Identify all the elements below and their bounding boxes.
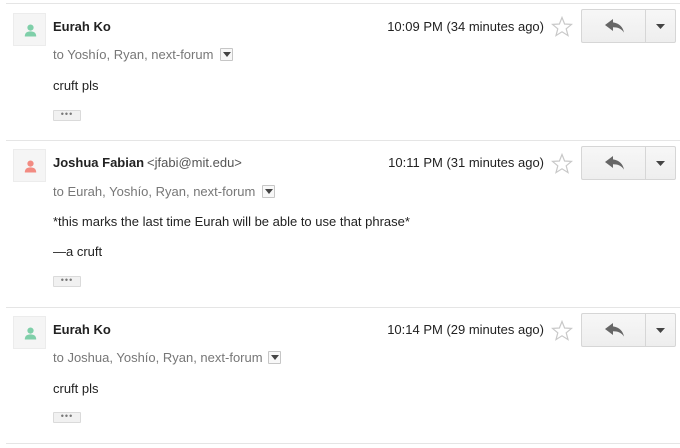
message-time[interactable]: 10:09 PM (34 minutes ago) [387,19,544,34]
dropdown-caret-icon [656,328,665,333]
recipients-text: to Yoshío, Ryan, next-forum [53,47,214,62]
sender[interactable]: Eurah Ko [53,19,111,34]
message-body-line: *this marks the last time Eurah will be … [53,214,410,229]
more-options-button[interactable] [645,313,676,347]
avatar[interactable] [13,149,46,182]
dropdown-caret-icon [656,161,665,166]
reply-button[interactable] [581,146,645,180]
show-details-button[interactable] [220,48,233,61]
person-icon [24,24,37,37]
reply-button[interactable] [581,313,645,347]
show-trimmed-content-button[interactable]: ••• [53,276,81,287]
show-details-button[interactable] [262,185,275,198]
sender-email[interactable]: <jfabi@mit.edu> [147,155,242,170]
divider [6,443,680,444]
sender[interactable]: Eurah Ko [53,322,111,337]
reply-button[interactable] [581,9,645,43]
chevron-down-icon [271,355,279,360]
chevron-down-icon [265,189,273,194]
recipients-text: to Joshua, Yoshío, Ryan, next-forum [53,350,263,365]
recipients[interactable]: to Yoshío, Ryan, next-forum [53,47,213,62]
show-trimmed-content-button[interactable]: ••• [53,110,81,121]
show-details-button[interactable] [268,351,281,364]
sender-name[interactable]: Eurah Ko [53,19,111,34]
star-icon[interactable] [551,16,573,38]
chevron-down-icon [223,52,231,57]
reply-arrow-icon [605,156,624,170]
star-icon[interactable] [551,320,573,342]
star-icon[interactable] [551,153,573,175]
divider [6,140,680,141]
recipients-text: to Eurah, Yoshío, Ryan, next-forum [53,184,256,199]
reply-arrow-icon [605,19,624,33]
more-options-button[interactable] [645,146,676,180]
person-icon [24,160,37,173]
dropdown-caret-icon [656,24,665,29]
message-time[interactable]: 10:14 PM (29 minutes ago) [387,322,544,337]
show-trimmed-content-button[interactable]: ••• [53,412,81,423]
sender-name[interactable]: Eurah Ko [53,322,111,337]
message-body-line: cruft pls [53,78,99,93]
divider [6,3,680,4]
message-body-line: —a cruft [53,244,103,259]
avatar[interactable] [13,13,46,46]
message-time[interactable]: 10:11 PM (31 minutes ago) [388,155,544,170]
recipients[interactable]: to Joshua, Yoshío, Ryan, next-forum [53,350,263,365]
message-body-line: cruft pls [53,381,99,396]
recipients[interactable]: to Eurah, Yoshío, Ryan, next-forum [53,184,255,199]
sender-name[interactable]: Joshua Fabian [53,155,144,170]
more-options-button[interactable] [645,9,676,43]
sender[interactable]: Joshua Fabian <jfabi@mit.edu> [53,155,242,170]
divider [6,307,680,308]
person-icon [24,327,37,340]
avatar[interactable] [13,316,46,349]
reply-arrow-icon [605,323,624,337]
